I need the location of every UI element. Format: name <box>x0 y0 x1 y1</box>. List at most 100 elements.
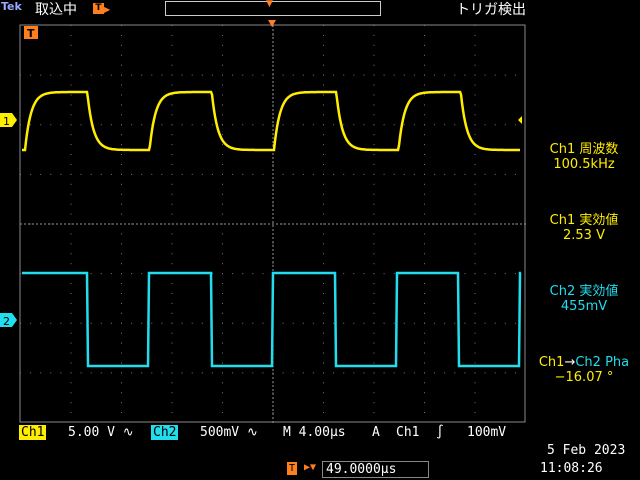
center-line-dot <box>296 223 298 225</box>
grid-dot <box>171 352 173 354</box>
grid-dot <box>191 372 193 374</box>
center-line-dot <box>304 223 306 225</box>
grid-dot <box>504 173 506 175</box>
grid-dot <box>363 74 365 76</box>
grid-dot <box>413 173 415 175</box>
center-line-dot <box>348 223 350 225</box>
grid-dot <box>70 352 72 354</box>
grid-dot <box>323 114 324 116</box>
grid-dot <box>373 64 375 66</box>
center-line-dot <box>440 223 442 225</box>
grid-dot <box>121 114 122 116</box>
grid-dot <box>282 223 284 225</box>
grid-dot <box>121 104 122 106</box>
grid-dot <box>302 173 304 175</box>
grid-dot <box>121 34 122 36</box>
grid-dot <box>50 223 52 225</box>
center-line-dot <box>464 223 466 225</box>
trigger-level[interactable]: 100mV <box>467 425 506 440</box>
grid-dot <box>323 54 324 56</box>
grid-dot <box>323 332 324 334</box>
grid-dot <box>373 54 375 56</box>
center-line-dot <box>384 223 386 225</box>
center-line-dot <box>316 223 318 225</box>
horizontal-delay[interactable]: 49.0000µs <box>322 461 429 478</box>
grid-dot <box>373 302 375 304</box>
grid-dot <box>323 312 324 314</box>
center-line-dot <box>272 121 274 123</box>
grid-dot <box>70 213 72 215</box>
center-line-dot <box>328 223 330 225</box>
grid-dot <box>121 273 122 275</box>
grid-dot <box>323 64 324 66</box>
grid-dot <box>70 372 72 374</box>
ch1-label[interactable]: Ch1 <box>19 425 47 440</box>
ch2-ground-marker[interactable]: 2 <box>0 313 17 328</box>
center-line-dot <box>24 223 26 225</box>
grid-dot <box>161 74 163 76</box>
grid-dot <box>121 154 122 156</box>
trigger-mode: A <box>372 425 380 440</box>
grid-dot <box>424 382 425 384</box>
grid-dot <box>504 273 506 275</box>
center-line-dot <box>272 217 274 219</box>
grid-dot <box>403 74 405 76</box>
center-line-dot <box>272 69 274 71</box>
ch1-ground-marker[interactable]: 1 <box>0 113 17 128</box>
center-line-dot <box>272 109 274 111</box>
grid-dot <box>424 183 425 185</box>
center-line-dot <box>468 223 470 225</box>
grid-dot <box>100 124 102 126</box>
center-line-dot <box>272 405 274 407</box>
grid-dot <box>383 372 385 374</box>
grid-dot <box>333 74 335 76</box>
grid-dot <box>90 173 92 175</box>
center-line-dot <box>272 45 274 47</box>
center-line-dot <box>272 85 274 87</box>
grid-dot <box>323 124 324 126</box>
grid-dot <box>474 283 476 285</box>
grid-dot <box>363 273 365 275</box>
center-line-dot <box>368 223 370 225</box>
trigger-source[interactable]: Ch1 <box>396 425 419 440</box>
ch1-scale[interactable]: 5.00 V ∿ <box>68 425 134 440</box>
center-line-dot <box>272 253 274 255</box>
grid-dot <box>222 302 223 304</box>
timebase-scale[interactable]: M 4.00µs <box>283 425 346 440</box>
center-line-dot <box>272 389 274 391</box>
grid-dot <box>323 342 324 344</box>
grid-dot <box>484 173 486 175</box>
grid-dot <box>454 124 456 126</box>
grid-dot <box>131 74 133 76</box>
grid-dot <box>50 124 52 126</box>
grid-dot <box>474 44 476 46</box>
center-line-dot <box>220 223 222 225</box>
grid-dot <box>343 273 345 275</box>
grid-dot <box>373 243 375 245</box>
arrow-right-icon: ▶▼ <box>304 462 317 473</box>
grid-dot <box>272 163 274 165</box>
grid-dot <box>40 372 42 374</box>
center-line-dot <box>516 223 518 225</box>
ch2-scale[interactable]: 500mV ∿ <box>200 425 258 440</box>
center-line-dot <box>272 261 274 263</box>
grid-dot <box>222 44 223 46</box>
grid-dot <box>121 94 122 96</box>
grid-dot <box>424 342 425 344</box>
ch2-label[interactable]: Ch2 <box>151 425 179 440</box>
grid-dot <box>60 173 62 175</box>
grid-dot <box>424 44 425 46</box>
center-line-dot <box>272 393 274 395</box>
grid-dot <box>201 322 203 324</box>
grid-dot <box>121 253 122 255</box>
center-line-dot <box>388 223 390 225</box>
center-line-dot <box>272 409 274 411</box>
center-line-dot <box>48 223 50 225</box>
grid-dot <box>413 74 415 76</box>
measurement-ch1-frequency: Ch1 周波数 100.5kHz <box>528 142 640 172</box>
grid-dot <box>424 322 425 324</box>
center-line-dot <box>272 413 274 415</box>
grid-dot <box>333 322 335 324</box>
grid-dot <box>474 104 476 106</box>
center-line-dot <box>272 49 274 51</box>
